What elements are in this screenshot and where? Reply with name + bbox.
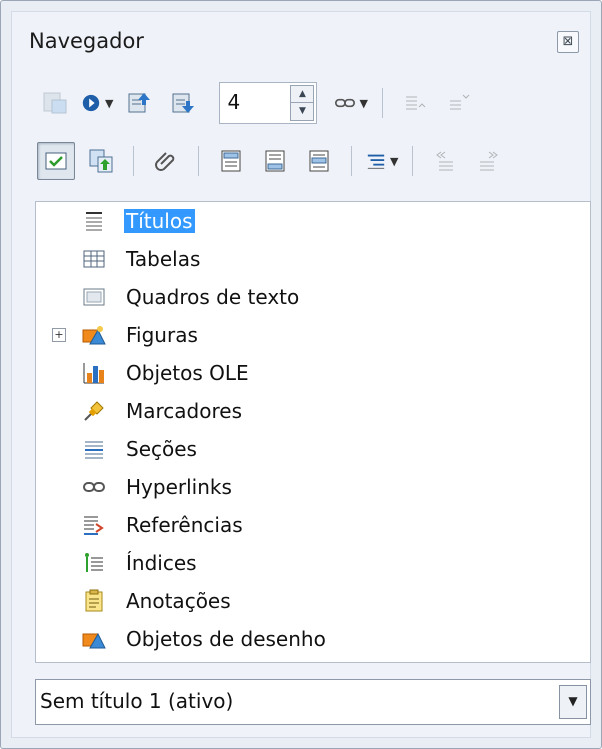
header-icon[interactable] xyxy=(213,143,249,179)
tree-item-label[interactable]: Referências xyxy=(126,513,243,537)
content-tree[interactable]: Títulos Tabelas Quadros de texto + Figur… xyxy=(35,201,591,663)
heading-levels-spinner[interactable]: 4 ▲ ▼ xyxy=(219,82,318,124)
title-bar: Navegador ⊠ xyxy=(15,17,591,61)
toolbar-separator xyxy=(412,146,414,176)
toolbar-separator xyxy=(381,88,383,118)
heading-levels-shown-icon[interactable] xyxy=(366,143,386,179)
text-frame-icon xyxy=(82,285,106,309)
tree-item-label[interactable]: Hyperlinks xyxy=(126,475,232,499)
navigator-window: Navegador ⊠ ▼ 4 ▲ ▼ ▼ ▼ Títulos Tabelas … xyxy=(0,0,602,749)
tree-item-label[interactable]: Títulos xyxy=(124,209,195,233)
image-icon xyxy=(82,323,106,347)
close-button[interactable]: ⊠ xyxy=(557,31,579,53)
tree-item-label[interactable]: Figuras xyxy=(126,323,198,347)
footer-icon[interactable] xyxy=(257,143,293,179)
drag-mode-icon[interactable] xyxy=(335,85,356,121)
drawing-object-icon xyxy=(82,627,106,651)
reference-icon xyxy=(82,513,106,537)
headings-icon xyxy=(82,209,106,233)
heading-levels-dropdown-icon[interactable]: ▼ xyxy=(390,155,398,168)
toolbar-row-1: ▼ 4 ▲ ▼ ▼ xyxy=(37,82,477,124)
toolbar-separator xyxy=(198,146,199,176)
ole-object-icon xyxy=(82,361,106,385)
tree-item-label[interactable]: Objetos de desenho xyxy=(126,627,326,651)
document-select[interactable]: Sem título 1 (ativo) ▼ xyxy=(35,679,591,725)
tree-item-label[interactable]: Seções xyxy=(126,437,197,461)
anchor-text-icon[interactable] xyxy=(301,143,337,179)
expand-icon[interactable]: + xyxy=(52,328,66,342)
toggle-icon[interactable] xyxy=(37,85,73,121)
toolbar-row-2: ▼ xyxy=(37,141,507,181)
annotation-icon xyxy=(82,589,106,613)
previous-chapter-icon[interactable] xyxy=(121,85,157,121)
list-box-toggle-icon[interactable] xyxy=(37,142,75,180)
tree-item-label[interactable]: Anotações xyxy=(126,589,231,613)
table-icon xyxy=(82,247,106,271)
drag-mode-dropdown-icon[interactable]: ▼ xyxy=(359,97,367,110)
heading-levels-value[interactable]: 4 xyxy=(227,90,240,114)
hyperlink-icon xyxy=(82,475,106,499)
promote-chapter-icon[interactable] xyxy=(427,143,463,179)
tree-item-label[interactable]: Tabelas xyxy=(126,247,200,271)
index-icon xyxy=(82,551,106,575)
navigation-dropdown-icon[interactable]: ▼ xyxy=(105,97,113,110)
bookmark-pin-icon xyxy=(82,399,106,423)
insert-icon[interactable] xyxy=(83,143,119,179)
toolbar-separator xyxy=(133,146,134,176)
tree-item-label[interactable]: Marcadores xyxy=(126,399,242,423)
spin-down-icon[interactable]: ▼ xyxy=(290,102,315,121)
reminder-paperclip-icon[interactable] xyxy=(148,143,184,179)
demote-chapter-icon[interactable] xyxy=(471,143,507,179)
toolbar-separator xyxy=(351,146,352,176)
demote-level-icon[interactable] xyxy=(441,85,477,121)
tree-item-label[interactable]: Objetos OLE xyxy=(126,361,249,385)
chevron-down-icon[interactable]: ▼ xyxy=(559,685,587,719)
tree-item-label[interactable]: Índices xyxy=(126,551,197,575)
promote-level-icon[interactable] xyxy=(397,85,433,121)
window-title: Navegador xyxy=(29,29,144,53)
section-icon xyxy=(82,437,106,461)
next-chapter-icon[interactable] xyxy=(165,85,201,121)
tree-item-label[interactable]: Quadros de texto xyxy=(126,285,299,309)
document-select-value[interactable]: Sem título 1 (ativo) xyxy=(40,689,233,713)
navigation-icon[interactable] xyxy=(81,85,101,121)
